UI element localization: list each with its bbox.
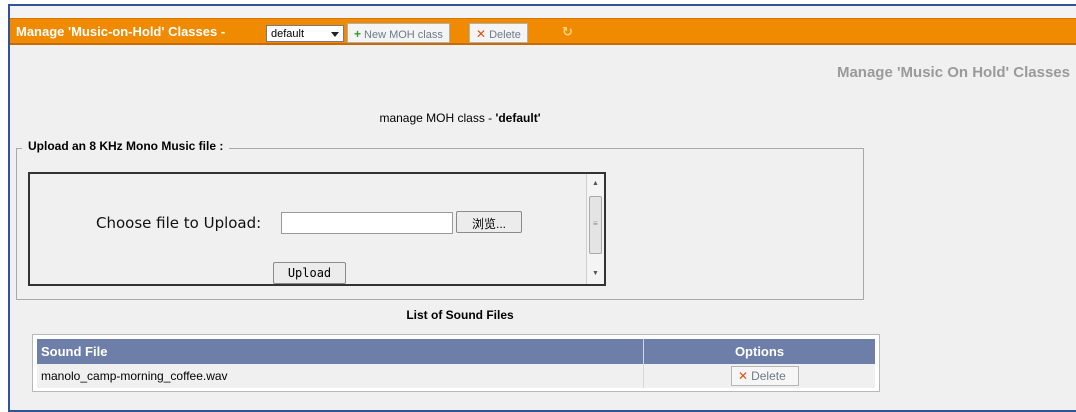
delete-x-icon: ✕	[738, 369, 749, 383]
page-frame: Manage 'Music-on-Hold' Classes - default…	[8, 4, 1076, 412]
upload-frame-scrollbar[interactable]: ▲ ≡ ▼	[586, 174, 604, 284]
sound-file-name: manolo_camp-morning_coffee.wav	[41, 369, 228, 383]
chevron-down-icon	[331, 32, 339, 37]
upload-frame-content: Choose file to Upload: 浏览... Upload	[30, 174, 586, 284]
browse-button[interactable]: 浏览...	[456, 211, 522, 233]
refresh-icon[interactable]: ↻	[562, 24, 574, 39]
delete-x-icon: ✕	[476, 27, 487, 41]
toolbar-title: Manage 'Music-on-Hold' Classes -	[16, 24, 226, 39]
delete-class-label: Delete	[489, 29, 521, 41]
plus-icon: +	[354, 27, 362, 41]
scroll-up-icon[interactable]: ▲	[592, 180, 599, 187]
moh-class-select-value: default	[271, 28, 305, 40]
manage-class-prefix: manage MOH class -	[379, 111, 496, 125]
column-header-sound-file: Sound File	[41, 344, 108, 359]
sound-files-table: Sound File Options manolo_camp-morning_c…	[32, 334, 880, 392]
page-title: Manage 'Music On Hold' Classes	[836, 64, 1070, 81]
manage-class-line: manage MOH class - 'default'	[10, 111, 910, 125]
scroll-down-icon[interactable]: ▼	[592, 270, 599, 277]
upload-legend: Upload an 8 KHz Mono Music file :	[22, 139, 230, 153]
upload-frame: Choose file to Upload: 浏览... Upload ▲ ≡ …	[28, 172, 606, 286]
delete-sound-file-label: Delete	[751, 369, 786, 383]
sound-files-title: List of Sound Files	[406, 308, 514, 322]
column-header-options: Options	[734, 344, 785, 359]
delete-class-button[interactable]: ✕ Delete	[469, 23, 528, 43]
delete-sound-file-button[interactable]: ✕ Delete	[731, 366, 799, 386]
new-moh-class-button[interactable]: + New MOH class	[347, 23, 450, 43]
file-path-input[interactable]	[281, 212, 453, 234]
new-moh-class-label: New MOH class	[364, 29, 443, 41]
table-header: Sound File Options	[37, 339, 875, 364]
row-divider	[643, 364, 644, 388]
scrollbar-thumb[interactable]: ≡	[589, 196, 602, 254]
table-row: manolo_camp-morning_coffee.wav ✕ Delete	[37, 364, 875, 388]
upload-button[interactable]: Upload	[273, 262, 346, 284]
choose-file-label: Choose file to Upload:	[96, 214, 262, 232]
toolbar: Manage 'Music-on-Hold' Classes - default…	[10, 18, 1076, 45]
moh-class-select[interactable]: default	[266, 25, 344, 42]
manage-class-name: 'default'	[495, 111, 541, 125]
grip-icon: ≡	[593, 219, 598, 228]
